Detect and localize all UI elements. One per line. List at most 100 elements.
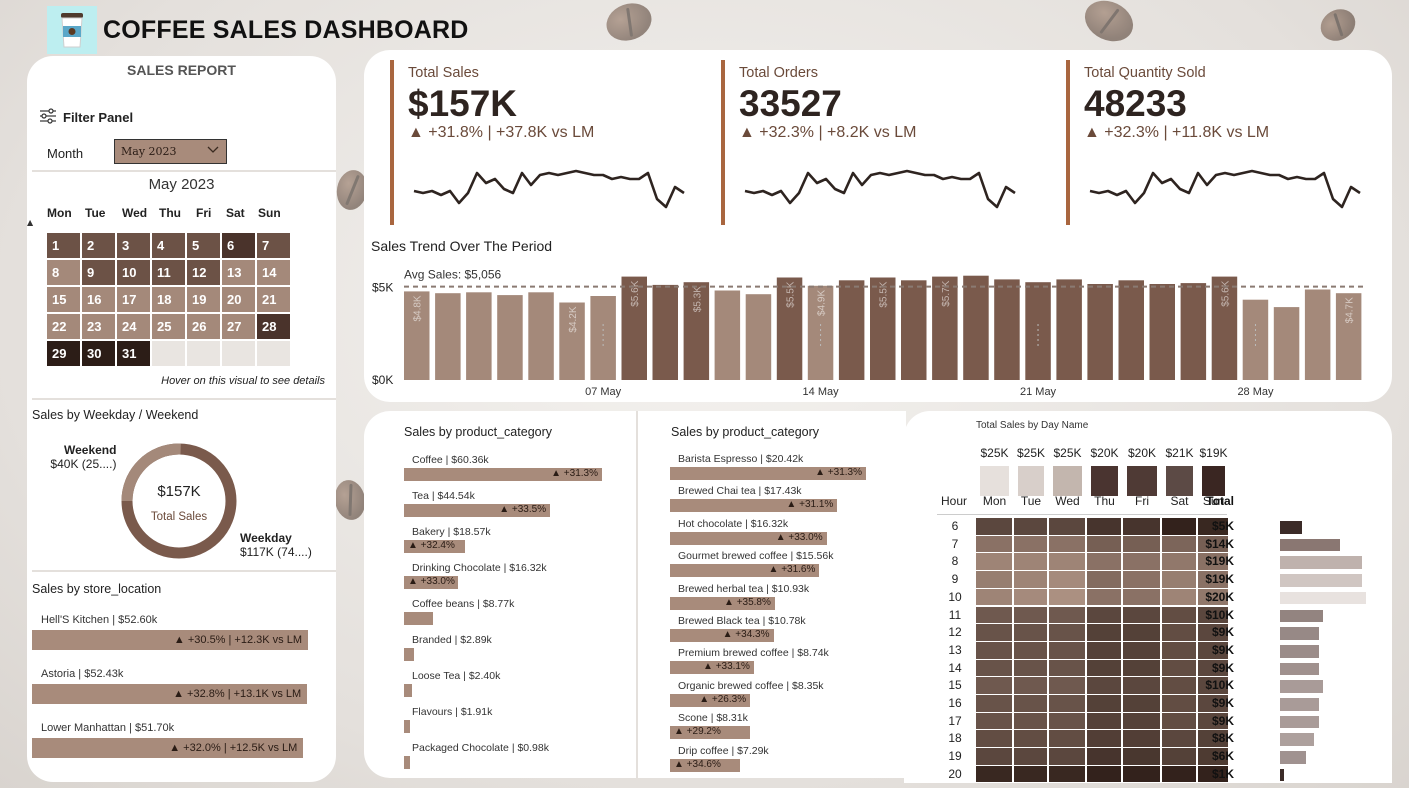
hour-total-bar[interactable] bbox=[1280, 609, 1323, 623]
category-row[interactable]: Loose Tea | $2.40k bbox=[404, 670, 500, 697]
category-row[interactable]: Barista Espresso | $20.42k ▲ +31.3% bbox=[670, 453, 866, 480]
category-row[interactable]: Scone | $8.31k ▲ +29.2% bbox=[670, 712, 750, 740]
heatmap-cell[interactable] bbox=[1049, 588, 1085, 606]
category-row[interactable]: Bakery | $18.57k ▲ +32.4% bbox=[404, 526, 491, 553]
day-total-swatch[interactable] bbox=[1053, 466, 1082, 496]
hour-total-bar[interactable] bbox=[1280, 521, 1302, 534]
heatmap-cell[interactable] bbox=[1123, 588, 1160, 606]
category-bar[interactable]: ▲ +35.8% bbox=[670, 596, 775, 610]
heatmap-cell[interactable] bbox=[1049, 535, 1085, 553]
hour-total-bar[interactable] bbox=[1280, 768, 1285, 782]
heatmap-cell[interactable] bbox=[1087, 677, 1121, 694]
day-total-swatch[interactable] bbox=[1166, 466, 1193, 496]
calendar-day[interactable]: 21 bbox=[257, 287, 290, 312]
category-bar[interactable]: ▲ +31.6% bbox=[670, 564, 820, 578]
heatmap-cell[interactable] bbox=[1049, 659, 1085, 677]
day-total-swatch[interactable] bbox=[1091, 466, 1118, 496]
category-bar[interactable]: ▲ +31.3% bbox=[670, 467, 866, 480]
heatmap-cell[interactable] bbox=[1087, 588, 1121, 606]
heatmap-cell[interactable] bbox=[1014, 624, 1047, 641]
hour-total-bar[interactable] bbox=[1280, 556, 1362, 570]
heatmap-cell[interactable] bbox=[1049, 518, 1085, 535]
weekday-weekend-donut[interactable] bbox=[119, 441, 239, 561]
sort-arrow-icon[interactable]: ▲ bbox=[27, 218, 33, 227]
calendar-day[interactable]: 12 bbox=[187, 260, 220, 285]
day-total-swatch[interactable] bbox=[1202, 466, 1225, 496]
trend-bar[interactable] bbox=[1304, 289, 1331, 381]
heatmap-cell[interactable] bbox=[1087, 748, 1121, 765]
calendar-day[interactable]: 18 bbox=[152, 287, 185, 312]
heatmap-cell[interactable] bbox=[976, 695, 1012, 712]
heatmap-cell[interactable] bbox=[1014, 606, 1047, 624]
calendar-day[interactable]: 11 bbox=[152, 260, 185, 285]
trend-bar[interactable] bbox=[901, 280, 927, 380]
kpi-total-sales[interactable]: Total Sales $157K ▲ +31.8% | +37.8K vs L… bbox=[390, 60, 690, 225]
heatmap-cell[interactable] bbox=[976, 624, 1012, 641]
trend-bar[interactable] bbox=[963, 275, 989, 380]
calendar-day[interactable]: 1 bbox=[47, 233, 80, 258]
trend-bar[interactable] bbox=[1149, 284, 1176, 380]
category-row[interactable]: Coffee beans | $8.77k bbox=[404, 598, 514, 625]
heatmap-cell[interactable] bbox=[1049, 571, 1085, 588]
calendar-day[interactable]: 14 bbox=[257, 260, 290, 285]
heatmap-cell[interactable] bbox=[1087, 641, 1121, 659]
calendar-day[interactable]: 29 bbox=[47, 341, 80, 366]
heatmap-cell[interactable] bbox=[1123, 748, 1160, 765]
category-bar[interactable] bbox=[404, 720, 411, 733]
heatmap-cell[interactable] bbox=[1087, 695, 1121, 712]
hour-total-bar[interactable] bbox=[1280, 574, 1362, 587]
heatmap-cell[interactable] bbox=[1049, 748, 1085, 765]
heatmap-cell[interactable] bbox=[1014, 677, 1047, 694]
category-bar[interactable] bbox=[404, 648, 414, 661]
category-bar[interactable]: ▲ +34.3% bbox=[670, 629, 774, 642]
calendar-day[interactable]: 13 bbox=[222, 260, 255, 285]
store-location-bar[interactable]: ▲ +30.5% | +12.3K vs LM bbox=[32, 630, 308, 650]
hour-total-bar[interactable] bbox=[1280, 698, 1319, 711]
heatmap-cell[interactable] bbox=[1087, 571, 1121, 588]
category-row[interactable]: Drinking Chocolate | $16.32k ▲ +33.0% bbox=[404, 562, 547, 589]
category-bar[interactable]: ▲ +33.0% bbox=[404, 576, 458, 589]
heatmap-cell[interactable] bbox=[1087, 518, 1121, 535]
heatmap-cell[interactable] bbox=[1049, 624, 1085, 641]
heatmap-cell[interactable] bbox=[1123, 659, 1160, 677]
heatmap-cell[interactable] bbox=[1087, 712, 1121, 730]
trend-bar[interactable] bbox=[838, 280, 865, 380]
category-row[interactable]: Flavours | $1.91k bbox=[404, 706, 492, 733]
heatmap-cell[interactable] bbox=[1014, 695, 1047, 712]
heatmap-cell[interactable] bbox=[976, 606, 1012, 624]
category-row[interactable]: Drip coffee | $7.29k ▲ +34.6% bbox=[670, 745, 769, 772]
day-total-swatch[interactable] bbox=[980, 466, 1009, 496]
heatmap-cell[interactable] bbox=[1049, 641, 1085, 659]
sales-trend-chart[interactable]: $0K $5K $4.8K $4.2K $5.6K $5.3K $5.5K $4.9K $5.5… bbox=[364, 250, 1384, 400]
heatmap-cell[interactable] bbox=[976, 553, 1012, 571]
heatmap-cell[interactable] bbox=[1014, 641, 1047, 659]
kpi-total-quantity[interactable]: Total Quantity Sold 48233 ▲ +32.3% | +11… bbox=[1066, 60, 1376, 225]
calendar-day[interactable]: 5 bbox=[187, 233, 220, 258]
category-bar[interactable]: ▲ +26.3% bbox=[670, 693, 751, 707]
category-bar[interactable]: ▲ +31.3% bbox=[404, 468, 602, 481]
category-bar[interactable] bbox=[404, 612, 433, 625]
heatmap-cell[interactable] bbox=[1014, 553, 1047, 571]
category-row[interactable]: Premium brewed coffee | $8.74k ▲ +33.1% bbox=[670, 647, 829, 675]
heatmap-cell[interactable] bbox=[1087, 659, 1121, 677]
hour-total-bar[interactable] bbox=[1280, 715, 1319, 729]
category-bar[interactable]: ▲ +29.2% bbox=[670, 726, 750, 740]
heatmap-cell[interactable] bbox=[1123, 641, 1160, 659]
category-row[interactable]: Branded | $2.89k bbox=[404, 634, 492, 661]
heatmap-cell[interactable] bbox=[1123, 695, 1160, 712]
heatmap-cell[interactable] bbox=[1087, 553, 1121, 571]
hour-total-bar[interactable] bbox=[1280, 680, 1323, 693]
heatmap-cell[interactable] bbox=[1123, 765, 1160, 783]
hour-total-bar[interactable] bbox=[1280, 733, 1315, 747]
category-row[interactable]: Brewed herbal tea | $10.93k ▲ +35.8% bbox=[670, 583, 809, 610]
calendar-day[interactable]: 25 bbox=[152, 314, 185, 339]
calendar-day[interactable]: 28 bbox=[257, 314, 290, 339]
heatmap-cell[interactable] bbox=[1014, 518, 1047, 535]
calendar-day[interactable]: 15 bbox=[47, 287, 80, 312]
heatmap-cell[interactable] bbox=[976, 518, 1012, 535]
trend-bar[interactable] bbox=[1056, 279, 1082, 380]
day-total-swatch[interactable] bbox=[1127, 466, 1157, 496]
calendar-day[interactable]: 8 bbox=[47, 260, 80, 285]
calendar-day[interactable]: 9 bbox=[82, 260, 115, 285]
calendar-day[interactable]: 30 bbox=[82, 341, 115, 366]
